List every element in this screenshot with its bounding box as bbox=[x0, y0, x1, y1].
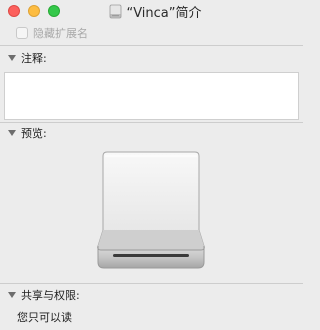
divider bbox=[0, 283, 303, 284]
title-bar[interactable]: “Vinca”简介 bbox=[0, 0, 303, 22]
info-window: “Vinca”简介 隐藏扩展名 注释: 预览: 共享与权限: 您只可以读 bbox=[0, 0, 303, 330]
external-drive-icon bbox=[97, 151, 205, 269]
preview-label: 预览: bbox=[21, 127, 47, 140]
zoom-button[interactable] bbox=[48, 5, 60, 17]
permissions-text: 您只可以读 bbox=[17, 311, 72, 324]
preview-image bbox=[95, 150, 207, 270]
window-title-text: “Vinca”简介 bbox=[126, 5, 202, 21]
comments-section-header[interactable]: 注释: bbox=[8, 51, 47, 65]
hide-extension-checkbox[interactable] bbox=[16, 27, 28, 39]
disclosure-triangle-icon[interactable] bbox=[8, 55, 16, 61]
hide-extension-label: 隐藏扩展名 bbox=[33, 27, 88, 40]
drive-icon bbox=[109, 4, 122, 19]
divider bbox=[0, 45, 303, 46]
sharing-section-header[interactable]: 共享与权限: bbox=[8, 288, 80, 302]
preview-section-header[interactable]: 预览: bbox=[8, 126, 47, 140]
close-button[interactable] bbox=[8, 5, 20, 17]
disclosure-triangle-icon[interactable] bbox=[8, 292, 16, 298]
disclosure-triangle-icon[interactable] bbox=[8, 130, 16, 136]
sharing-label: 共享与权限: bbox=[21, 289, 80, 302]
divider bbox=[0, 122, 303, 123]
hide-extension-option: 隐藏扩展名 bbox=[16, 25, 88, 41]
window-title: “Vinca”简介 bbox=[109, 2, 202, 21]
minimize-button[interactable] bbox=[28, 5, 40, 17]
comments-field[interactable] bbox=[4, 72, 299, 120]
comments-label: 注释: bbox=[21, 52, 47, 65]
